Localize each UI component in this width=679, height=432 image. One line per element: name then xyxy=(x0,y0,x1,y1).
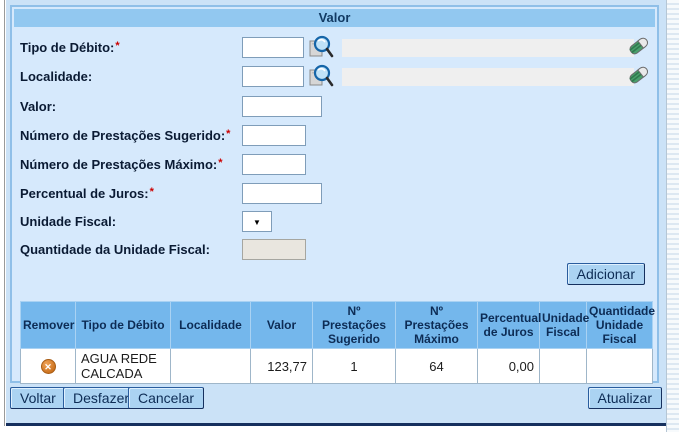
field-label-prestacoes-sugerido: Número de Prestações Sugerido:* xyxy=(20,128,230,143)
atualizar-button[interactable]: Atualizar xyxy=(588,387,662,409)
items-table: Remover Tipo de Débito Localidade Valor … xyxy=(20,301,653,384)
remove-cell: ✕ xyxy=(21,349,76,384)
cell-percentual-juros: 0,00 xyxy=(478,349,540,384)
form-row-percentual-juros: Percentual de Juros:* xyxy=(12,183,657,207)
header-remover: Remover xyxy=(21,302,76,349)
table-row: ✕ AGUA REDE CALCADA 123,77 1 64 0,00 xyxy=(21,349,653,384)
cell-prestacoes-sugerido: 1 xyxy=(313,349,396,384)
field-label-prestacoes-maximo: Número de Prestações Máximo:* xyxy=(20,157,223,172)
cell-tipo-debito: AGUA REDE CALCADA xyxy=(76,349,171,384)
localidade-description-field xyxy=(342,68,634,86)
percentual-juros-input[interactable] xyxy=(242,183,322,204)
table-header-row: Remover Tipo de Débito Localidade Valor … xyxy=(21,302,653,349)
header-localidade: Localidade xyxy=(171,302,251,349)
tipo-de-debito-description-field xyxy=(342,39,634,57)
eraser-icon[interactable] xyxy=(627,64,649,86)
header-prestacoes-sugerido: Nº Prestações Sugerido xyxy=(313,302,396,349)
unidade-fiscal-select[interactable]: ▼ xyxy=(242,211,272,232)
header-prestacoes-maximo: Nº Prestações Máximo xyxy=(396,302,478,349)
voltar-button[interactable]: Voltar xyxy=(10,387,66,409)
prestacoes-sugerido-input[interactable] xyxy=(242,125,306,146)
header-percentual-juros: Percentual de Juros xyxy=(478,302,540,349)
header-quantidade-unidade-fiscal: Quantidade Unidade Fiscal xyxy=(587,302,653,349)
field-label-valor: Valor: xyxy=(20,99,57,114)
label-text: Unidade Fiscal: xyxy=(20,214,116,229)
eraser-icon[interactable] xyxy=(627,35,649,57)
label-text: Tipo de Débito: xyxy=(20,40,114,55)
required-asterisk: * xyxy=(150,186,154,198)
magnifier-icon[interactable] xyxy=(308,35,334,61)
required-asterisk: * xyxy=(226,128,230,140)
label-text: Quantidade da Unidade Fiscal: xyxy=(20,242,210,257)
localidade-code-input[interactable] xyxy=(242,66,304,87)
bottom-divider xyxy=(6,423,666,426)
cell-quantidade-unidade-fiscal xyxy=(587,349,653,384)
page: Valor Tipo de Débito:* Localidade: xyxy=(0,0,679,432)
x-glyph: ✕ xyxy=(44,362,52,372)
adicionar-button[interactable]: Adicionar xyxy=(567,263,645,285)
form-row-localidade: Localidade: xyxy=(12,66,657,90)
form-row-unidade-fiscal: Unidade Fiscal: ▼ xyxy=(12,211,657,235)
label-text: Valor: xyxy=(20,99,56,114)
valor-input[interactable] xyxy=(242,96,322,117)
field-label-percentual-juros: Percentual de Juros:* xyxy=(20,186,154,201)
remove-icon[interactable]: ✕ xyxy=(41,359,56,374)
label-text: Percentual de Juros: xyxy=(20,186,149,201)
cell-prestacoes-maximo: 64 xyxy=(396,349,478,384)
panel-title: Valor xyxy=(14,9,655,27)
field-label-tipo-de-debito: Tipo de Débito:* xyxy=(20,40,120,55)
form-row-tipo-de-debito: Tipo de Débito:* xyxy=(12,37,657,61)
label-text: Localidade: xyxy=(20,69,92,84)
header-unidade-fiscal: Unidade Fiscal xyxy=(540,302,587,349)
required-asterisk: * xyxy=(115,40,119,52)
header-tipo-debito: Tipo de Débito xyxy=(76,302,171,349)
cancelar-button[interactable]: Cancelar xyxy=(128,387,204,409)
content-area: Valor Tipo de Débito:* Localidade: xyxy=(6,0,666,426)
chevron-down-icon: ▼ xyxy=(253,218,261,227)
label-text: Número de Prestações Sugerido: xyxy=(20,128,225,143)
form-row-quantidade-unidade-fiscal: Quantidade da Unidade Fiscal: xyxy=(12,239,657,263)
vertical-scrollbar[interactable] xyxy=(666,0,679,432)
frame-border xyxy=(4,0,5,426)
tipo-de-debito-code-input[interactable] xyxy=(242,37,304,58)
cell-unidade-fiscal xyxy=(540,349,587,384)
required-asterisk: * xyxy=(218,157,222,169)
form-row-prestacoes-maximo: Número de Prestações Máximo:* xyxy=(12,154,657,178)
label-text: Número de Prestações Máximo: xyxy=(20,157,217,172)
field-label-quantidade-unidade-fiscal: Quantidade da Unidade Fiscal: xyxy=(20,242,211,257)
valor-panel: Valor Tipo de Débito:* Localidade: xyxy=(10,5,659,383)
form-row-valor: Valor: xyxy=(12,96,657,120)
header-valor: Valor xyxy=(251,302,313,349)
field-label-localidade: Localidade: xyxy=(20,69,93,84)
cell-valor: 123,77 xyxy=(251,349,313,384)
cell-localidade xyxy=(171,349,251,384)
quantidade-unidade-fiscal-input xyxy=(242,239,306,260)
magnifier-icon[interactable] xyxy=(308,64,334,90)
field-label-unidade-fiscal: Unidade Fiscal: xyxy=(20,214,117,229)
footer-button-bar: Voltar Desfazer Cancelar Atualizar xyxy=(6,387,666,411)
prestacoes-maximo-input[interactable] xyxy=(242,154,306,175)
form-row-prestacoes-sugerido: Número de Prestações Sugerido:* xyxy=(12,125,657,149)
